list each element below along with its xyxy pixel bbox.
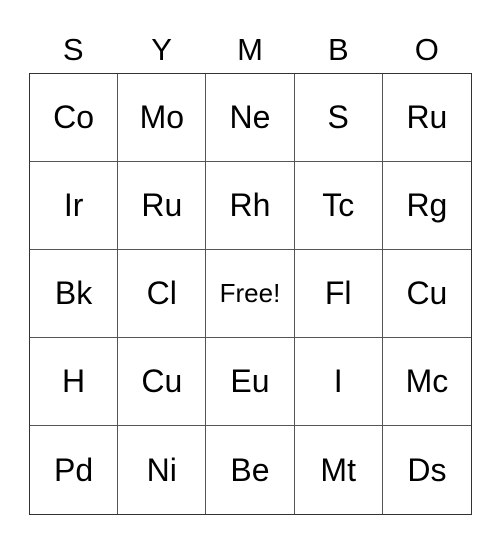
- bingo-cell[interactable]: Eu: [206, 338, 295, 426]
- bingo-card: Co Mo Ne S Ru Ir Ru Rh Tc Rg Bk Cl Free!…: [29, 73, 472, 515]
- bingo-cell[interactable]: Bk: [30, 250, 119, 338]
- bingo-cell[interactable]: Pd: [30, 426, 119, 514]
- bingo-cell[interactable]: Be: [206, 426, 295, 514]
- bingo-cell[interactable]: Mt: [295, 426, 383, 514]
- bingo-cell[interactable]: Rh: [206, 162, 295, 250]
- bingo-cell[interactable]: Cl: [118, 250, 207, 338]
- bingo-cell[interactable]: Ru: [382, 74, 471, 162]
- bingo-cell[interactable]: Ne: [206, 74, 295, 162]
- header-letter: S: [62, 32, 84, 67]
- bingo-cell[interactable]: Fl: [294, 250, 383, 338]
- bingo-cell[interactable]: Cu: [118, 338, 207, 426]
- bingo-cell[interactable]: Rg: [382, 162, 471, 250]
- bingo-cell[interactable]: Mo: [118, 74, 207, 162]
- free-space-cell[interactable]: Free!: [206, 250, 295, 338]
- bingo-cell[interactable]: Ru: [118, 162, 207, 250]
- bingo-cell[interactable]: H: [30, 338, 119, 426]
- bingo-cell[interactable]: Mc: [382, 338, 471, 426]
- header-letter: Y: [151, 32, 172, 67]
- bingo-cell[interactable]: Cu: [382, 250, 471, 338]
- bingo-cell[interactable]: Co: [30, 74, 119, 162]
- bingo-cell[interactable]: Ir: [30, 162, 119, 250]
- bingo-cell[interactable]: I: [294, 338, 383, 426]
- header-letter: M: [237, 32, 263, 67]
- header-letter: O: [414, 32, 439, 67]
- bingo-cell[interactable]: Ni: [118, 426, 207, 514]
- bingo-cell[interactable]: Ds: [383, 426, 471, 514]
- header-letter: B: [328, 32, 349, 67]
- bingo-header: S Y M B O: [29, 30, 471, 70]
- bingo-cell[interactable]: Tc: [294, 162, 383, 250]
- bingo-cell[interactable]: S: [294, 74, 383, 162]
